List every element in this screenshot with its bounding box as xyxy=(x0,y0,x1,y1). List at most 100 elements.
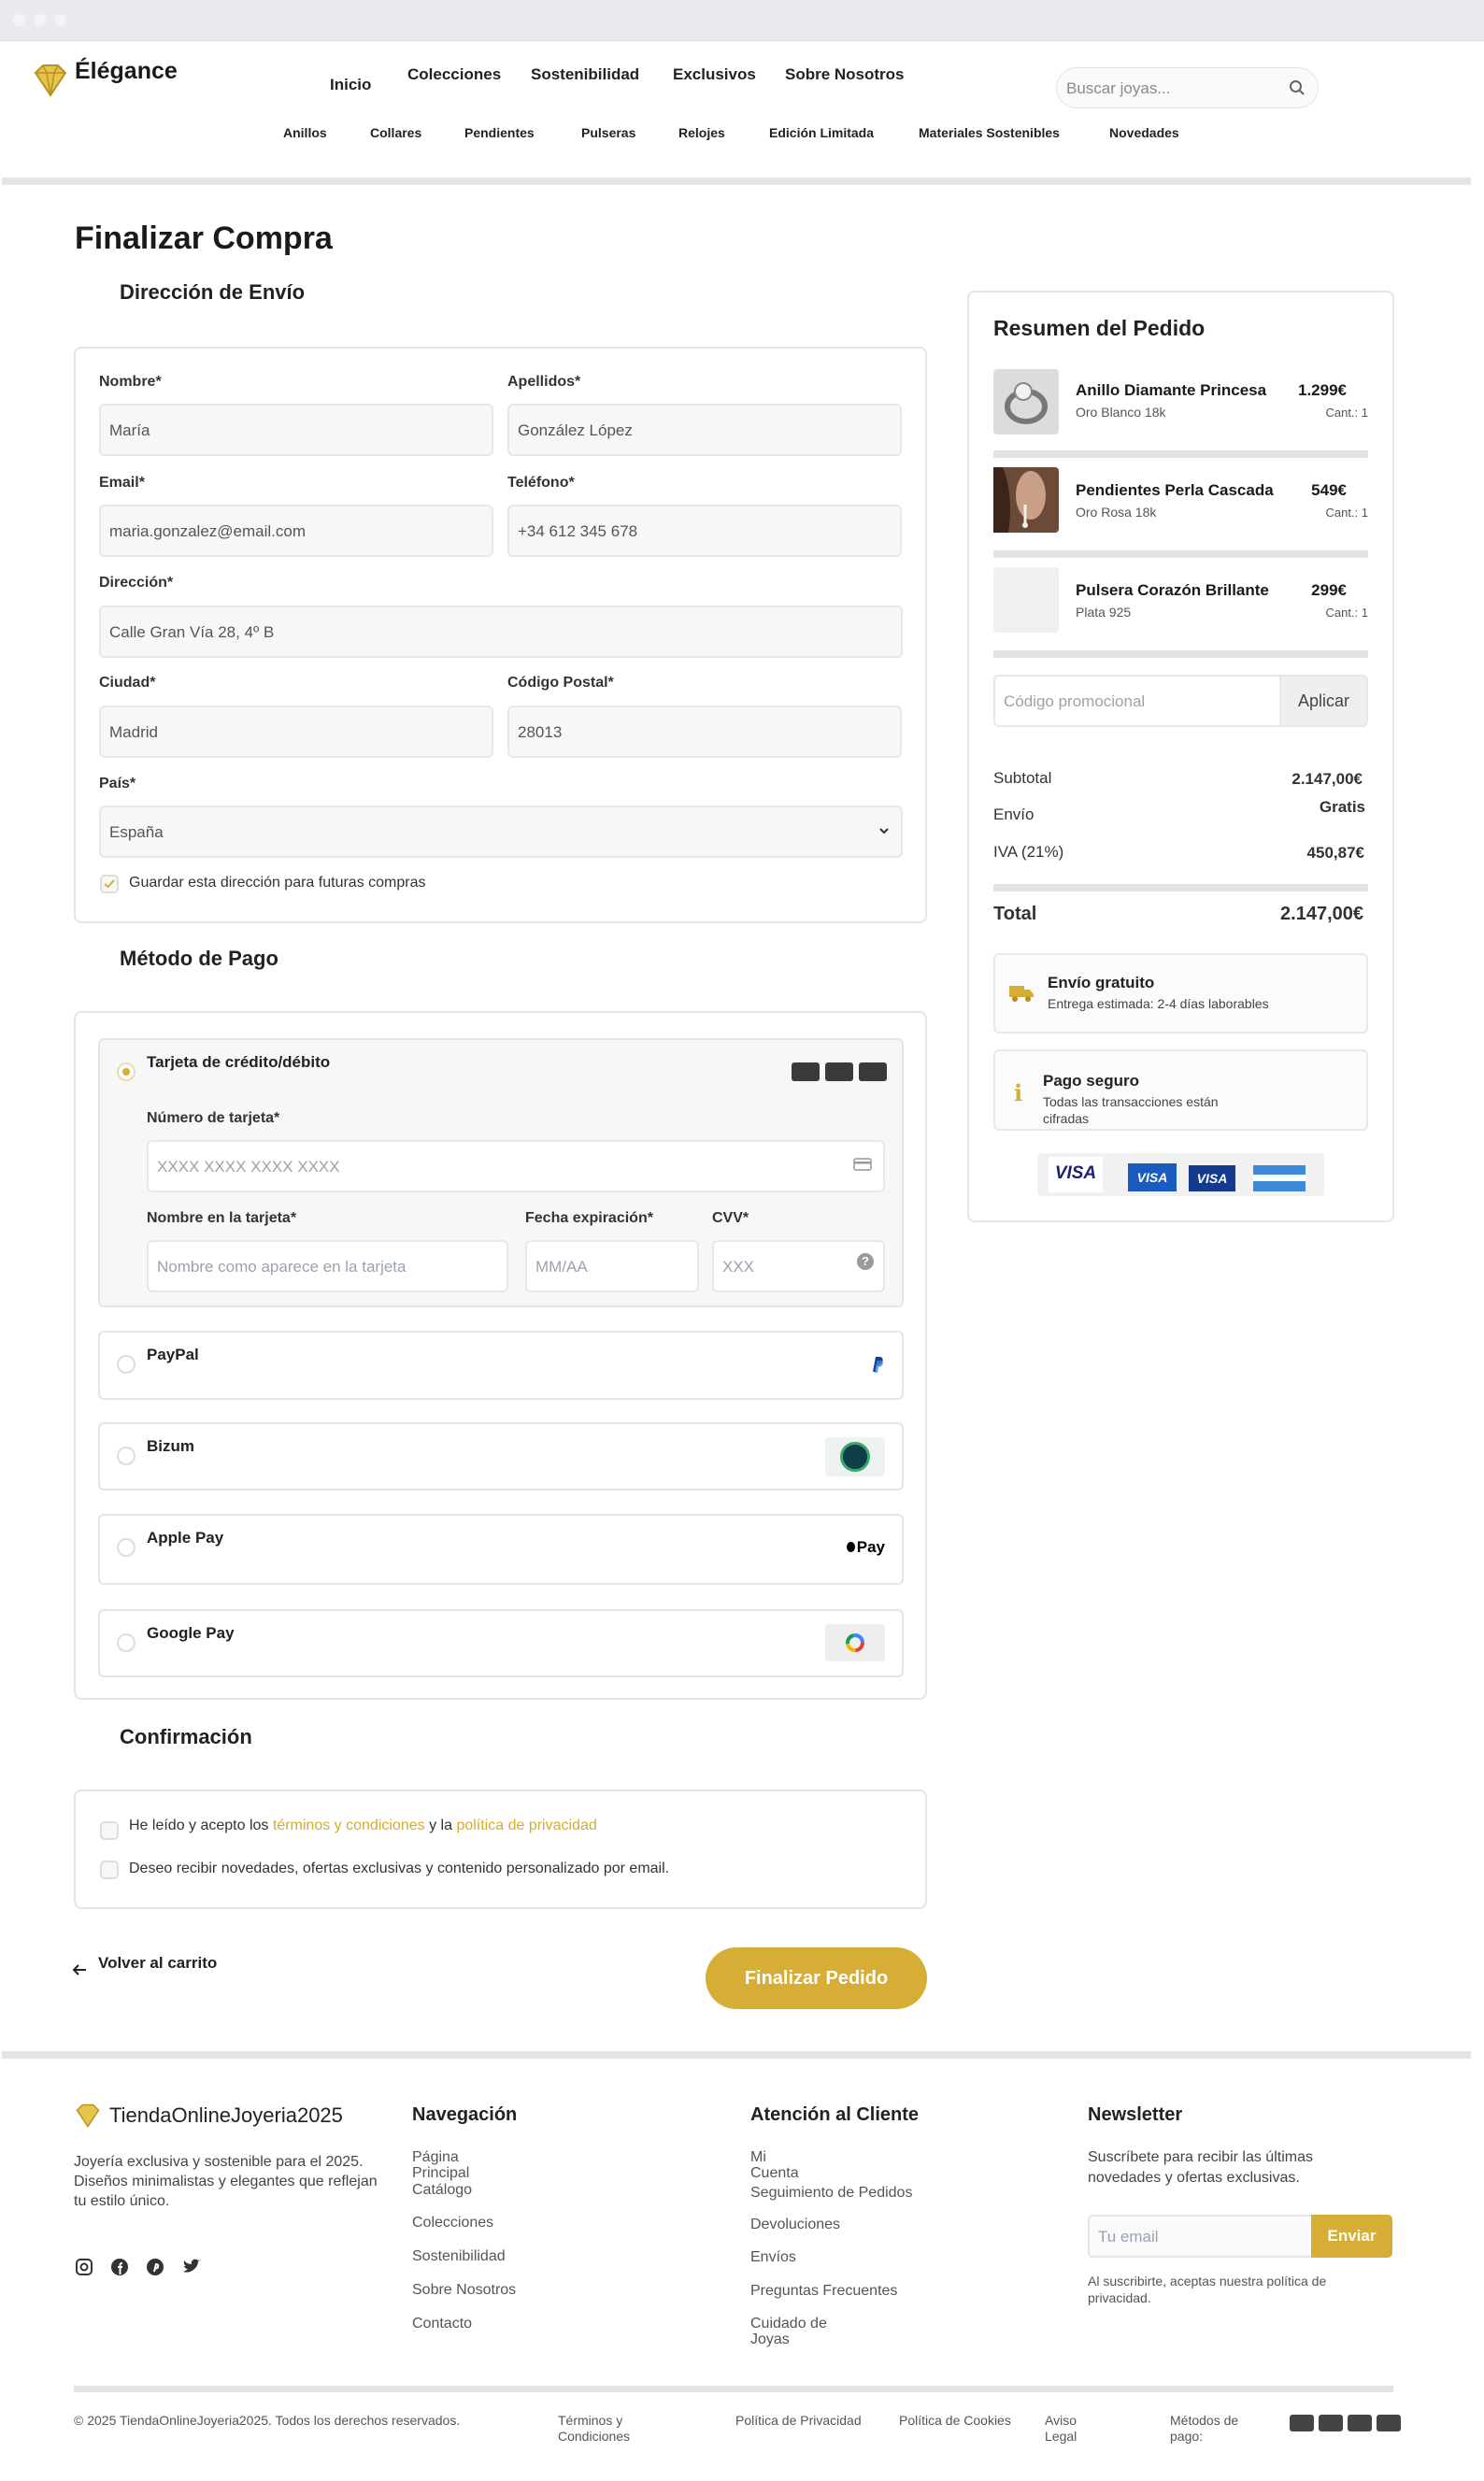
help-icon[interactable]: ? xyxy=(857,1253,874,1270)
card-number-field[interactable]: XXXX XXXX XXXX XXXX xyxy=(147,1140,885,1192)
nav-exclusivos[interactable]: Exclusivos xyxy=(673,65,756,84)
back-label: Volver al carrito xyxy=(98,1954,218,1972)
legal-link-cookies[interactable]: Política de Cookies xyxy=(899,2413,1011,2429)
card-brand-icons xyxy=(792,1062,887,1081)
footer-link[interactable]: Seguimiento de Pedidos xyxy=(750,2185,912,2201)
product-image-bracelet[interactable] xyxy=(993,567,1059,633)
nav-sostenibilidad[interactable]: Sostenibilidad xyxy=(531,65,639,84)
paypal-option[interactable]: PayPal xyxy=(98,1331,904,1400)
footer-link[interactable]: Sostenibilidad xyxy=(412,2248,506,2264)
nav-edicion-limitada[interactable]: Edición Limitada xyxy=(769,125,874,140)
footer-link[interactable]: Catálogo xyxy=(412,2182,472,2198)
legal-link-aviso[interactable]: Aviso Legal xyxy=(1045,2413,1092,2445)
footer-link[interactable]: Sobre Nosotros xyxy=(412,2282,516,2298)
newsletter-submit-button[interactable]: Enviar xyxy=(1311,2215,1392,2258)
footer-care-title: Atención al Cliente xyxy=(750,2104,920,2125)
submit-order-button[interactable]: Finalizar Pedido xyxy=(706,1947,927,2009)
save-address-checkbox[interactable] xyxy=(100,875,119,893)
item-qty: Cant.: 1 xyxy=(1325,506,1368,520)
footer-link[interactable]: Devoluciones xyxy=(750,2217,840,2232)
cp-field[interactable]: 28013 xyxy=(507,706,902,758)
subtotal-value: 2.147,00€ xyxy=(1291,770,1363,788)
brand-name[interactable]: Élégance xyxy=(75,56,178,86)
paypal-radio[interactable] xyxy=(117,1355,136,1374)
footer-nav-title: Navegación xyxy=(412,2104,518,2125)
pinterest-icon[interactable] xyxy=(146,2258,164,2276)
card-payment-option[interactable]: Tarjeta de crédito/débito Número de tarj… xyxy=(98,1038,904,1307)
amex-icon xyxy=(1377,2415,1401,2431)
nav-materiales-sostenibles[interactable]: Materiales Sostenibles xyxy=(919,125,1060,140)
diamond-logo-icon[interactable] xyxy=(32,64,69,97)
terms-link[interactable]: términos y condiciones xyxy=(273,1818,425,1833)
nav-pulseras[interactable]: Pulseras xyxy=(581,125,635,140)
search-input[interactable]: Buscar joyas... xyxy=(1056,67,1319,108)
payment-title: Método de Pago xyxy=(120,947,278,970)
applepay-radio[interactable] xyxy=(117,1538,136,1557)
card-logos-strip: VISA VISA VISA xyxy=(1037,1153,1324,1196)
nav-inicio[interactable]: Inicio xyxy=(330,76,371,94)
cvv-label: CVV* xyxy=(712,1210,749,1226)
ciudad-field[interactable]: Madrid xyxy=(99,706,493,758)
telefono-field[interactable]: +34 612 345 678 xyxy=(507,505,902,557)
privacy-link[interactable]: política de privacidad xyxy=(456,1818,596,1833)
bizum-option[interactable]: Bizum xyxy=(98,1422,904,1490)
nav-pendientes[interactable]: Pendientes xyxy=(464,125,535,140)
arrow-left-icon xyxy=(72,1964,86,1975)
card-radio[interactable] xyxy=(117,1062,136,1081)
footer-link[interactable]: Envíos xyxy=(750,2249,796,2265)
footer-brand: TiendaOnlineJoyeria2025 xyxy=(109,2103,343,2127)
email-field[interactable]: maria.gonzalez@email.com xyxy=(99,505,493,557)
apellidos-field[interactable]: González López xyxy=(507,404,902,456)
nav-sobre-nosotros[interactable]: Sobre Nosotros xyxy=(785,65,905,84)
search-placeholder: Buscar joyas... xyxy=(1066,79,1171,97)
footer-link[interactable]: Preguntas Frecuentes xyxy=(750,2283,897,2299)
apply-promo-button[interactable]: Aplicar xyxy=(1279,675,1368,727)
promo-code-input[interactable]: Código promocional xyxy=(993,675,1281,727)
card-exp-field[interactable]: MM/AA xyxy=(525,1240,699,1292)
footer-link[interactable]: Página Principal xyxy=(412,2149,496,2181)
info-icon: i xyxy=(1014,1079,1023,1106)
search-icon[interactable] xyxy=(1289,79,1306,96)
legal-link-terms[interactable]: Términos y Condiciones xyxy=(558,2413,651,2445)
item-name: Pulsera Corazón Brillante xyxy=(1076,581,1269,599)
footer-tagline: Joyería exclusiva y sostenible para el 2… xyxy=(74,2154,378,2209)
footer-link[interactable]: Mi Cuenta xyxy=(750,2149,806,2181)
apple-icon xyxy=(846,1542,855,1552)
back-to-cart-link[interactable]: Volver al carrito xyxy=(72,1954,217,1976)
newsletter-email-input[interactable]: Tu email xyxy=(1088,2215,1312,2258)
twitter-icon[interactable] xyxy=(181,2258,202,2276)
paypal-icon xyxy=(1348,2415,1372,2431)
applepay-option[interactable]: Apple Pay Pay xyxy=(98,1514,904,1585)
terms-prefix: He leído y acepto los xyxy=(129,1818,269,1833)
subtotal-label: Subtotal xyxy=(993,769,1052,787)
newsletter-consent-checkbox[interactable] xyxy=(100,1861,119,1879)
confirmation-title: Confirmación xyxy=(120,1725,252,1748)
card-number-label: Número de tarjeta* xyxy=(147,1110,280,1126)
footer-link[interactable]: Contacto xyxy=(412,2316,472,2331)
truck-icon xyxy=(1009,986,1034,1002)
googlepay-option[interactable]: Google Pay xyxy=(98,1609,904,1677)
nav-anillos[interactable]: Anillos xyxy=(283,125,327,140)
footer-link[interactable]: Colecciones xyxy=(412,2215,496,2231)
direccion-field[interactable]: Calle Gran Vía 28, 4º B xyxy=(99,606,903,658)
save-address-label: Guardar esta dirección para futuras comp… xyxy=(129,875,426,891)
footer-link[interactable]: Cuidado de Joyas xyxy=(750,2316,844,2347)
product-image-earrings[interactable] xyxy=(993,467,1059,533)
nombre-field[interactable]: María xyxy=(99,404,493,456)
nav-collares[interactable]: Collares xyxy=(370,125,421,140)
facebook-icon[interactable] xyxy=(110,2258,129,2276)
nav-relojes[interactable]: Relojes xyxy=(678,125,725,140)
instagram-icon[interactable] xyxy=(75,2258,93,2276)
newsletter-consent-label: Deseo recibir novedades, ofertas exclusi… xyxy=(129,1861,670,1876)
bizum-radio[interactable] xyxy=(117,1447,136,1465)
card-name-field[interactable]: Nombre como aparece en la tarjeta xyxy=(147,1240,508,1292)
nav-novedades[interactable]: Novedades xyxy=(1109,125,1179,140)
page-title: Finalizar Compra xyxy=(75,221,333,256)
legal-link-privacy[interactable]: Política de Privacidad xyxy=(735,2413,862,2429)
pais-select[interactable]: España xyxy=(99,806,903,858)
terms-checkbox[interactable] xyxy=(100,1821,119,1840)
googlepay-radio[interactable] xyxy=(117,1633,136,1652)
nav-colecciones[interactable]: Colecciones xyxy=(407,65,501,84)
product-image-ring[interactable] xyxy=(993,369,1059,435)
apellidos-label: Apellidos* xyxy=(507,374,581,390)
